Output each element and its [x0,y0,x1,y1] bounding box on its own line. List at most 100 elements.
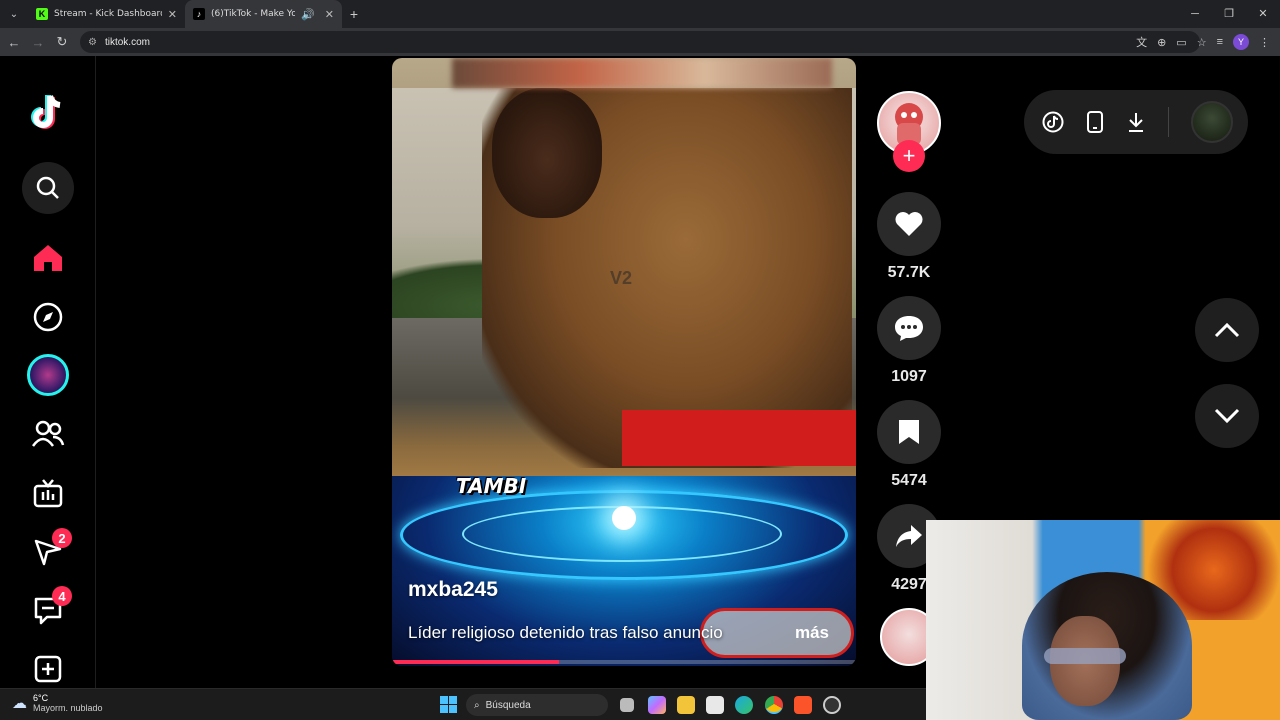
windows-logo-pane [449,705,457,713]
video-author[interactable]: mxba245 [408,578,498,602]
window-controls: ─ ❐ ✕ [1178,0,1280,28]
browser-toolbar: ← → ↻ ⚙ tiktok.com 文 ⊕ ▭ ☆ ≡ Y ⋮ [0,28,1280,56]
comment-button[interactable] [877,296,941,360]
tab-search-button[interactable]: ⌄ [0,0,28,28]
plus-square-icon [34,655,62,683]
more-label: más [794,623,829,642]
sidebar-messages[interactable]: 2 [22,526,74,578]
weather-text: 6°C Mayorm. nublado [33,693,103,713]
friends-icon [31,420,65,447]
download-icon[interactable] [1126,111,1146,133]
heart-icon [895,212,923,236]
zoom-icon[interactable]: ⊕ [1157,36,1166,49]
taskbar-search-placeholder: Búsqueda [485,699,531,711]
video-glow [612,506,636,530]
search-icon: ⌕ [474,699,480,711]
tiktok-studio-icon[interactable] [1042,111,1064,133]
tab-kick-dashboard[interactable]: K Stream - Kick Dashboard ✕ [28,0,185,28]
weather-description: Mayorm. nublado [33,703,103,713]
obs-icon[interactable] [823,696,841,714]
video-red-banner [622,410,856,466]
restore-button[interactable]: ❐ [1212,0,1246,28]
like-button[interactable] [877,192,941,256]
windows-taskbar: ☁ 6°C Mayorm. nublado ⌕ Búsqueda [0,688,926,720]
back-button[interactable]: ← [2,35,26,50]
kick-icon: K [36,8,48,20]
translate-icon[interactable]: 文 [1136,34,1147,50]
follow-button[interactable]: + [893,140,925,172]
file-explorer-icon[interactable] [677,696,695,714]
close-window-button[interactable]: ✕ [1246,0,1280,28]
close-tab-icon[interactable]: ✕ [325,8,334,21]
tab-tiktok[interactable]: ♪ (6)TikTok - Make Your Day 🔊 ✕ [185,0,342,28]
menu-icon[interactable]: ⋮ [1259,36,1270,49]
forward-button[interactable]: → [26,35,50,50]
weather-widget[interactable]: ☁ 6°C Mayorm. nublado [12,693,103,713]
sidebar-following[interactable] [22,408,74,460]
share-icon [896,525,922,547]
save-action[interactable]: 5474 [877,400,941,490]
like-action[interactable]: 57.7K [877,192,941,282]
task-view-icon[interactable] [620,698,634,712]
caption-more-button[interactable]: más [700,608,854,658]
video-overlay-text: TAMBI [456,474,527,498]
tab-title: Stream - Kick Dashboard [54,9,162,19]
compass-icon [33,302,63,332]
tab-title: (6)TikTok - Make Your Day [211,9,296,19]
sidebar-inbox[interactable]: 4 [22,584,74,636]
sidebar-search[interactable] [22,162,74,214]
store-icon[interactable] [706,696,724,714]
top-right-toolbar [1024,90,1248,154]
new-tab-button[interactable]: + [342,6,366,22]
previous-video-button[interactable] [1195,298,1259,362]
phone-icon[interactable] [1086,110,1104,134]
home-icon [34,245,62,271]
minimize-button[interactable]: ─ [1178,0,1212,28]
address-bar[interactable]: ⚙ tiktok.com [80,31,1200,53]
webcam-overlay [926,520,1280,720]
chrome-icon[interactable] [765,696,783,714]
messages-badge: 2 [52,528,72,548]
sidebar-live[interactable] [22,467,74,519]
site-info-icon[interactable]: ⚙ [88,37,97,48]
save-count: 5474 [891,472,927,489]
profile-avatar[interactable]: Y [1233,34,1249,50]
start-button[interactable] [440,696,457,713]
tiktok-sidebar: 2 4 [0,56,96,688]
tiktok-icon: ♪ [193,8,205,20]
tiktok-logo[interactable] [22,86,74,138]
save-button[interactable] [877,400,941,464]
copilot-icon[interactable] [648,696,666,714]
video-progress-fill [392,660,560,664]
video-progress-bar[interactable] [392,660,856,664]
close-tab-icon[interactable]: ✕ [168,8,177,21]
avatar [27,354,69,396]
url-text: tiktok.com [104,36,150,48]
caption-text: Líder religioso detenido tras falso [408,623,659,642]
next-video-button[interactable] [1195,384,1259,448]
video-frame-head [492,88,602,218]
browser-tab-bar: ⌄ K Stream - Kick Dashboard ✕ ♪ (6)TikTo… [0,0,1280,28]
brave-icon[interactable] [794,696,812,714]
webcam-glasses [1044,648,1126,664]
reload-button[interactable]: ↻ [50,34,74,50]
speaker-icon[interactable]: 🔊 [301,8,315,21]
taskbar-search[interactable]: ⌕ Búsqueda [466,694,608,716]
media-controls-icon[interactable]: ≡ [1217,36,1223,48]
sidebar-home[interactable] [22,232,74,284]
sidebar-live-avatar[interactable] [22,349,74,401]
edge-icon[interactable] [735,696,753,714]
windows-logo-pane [440,705,448,713]
video-player[interactable]: V2 TAMBI mxba245 más Líder religioso det… [392,58,856,666]
caption-tail: anuncio [663,623,723,642]
inbox-badge: 4 [52,586,72,606]
toolbar-icons: 文 ⊕ ▭ ☆ ≡ Y ⋮ [1136,28,1270,56]
comment-action[interactable]: 1097 [877,296,941,386]
bookmark-star-icon[interactable]: ☆ [1197,36,1207,49]
cast-icon[interactable]: ▭ [1176,36,1186,49]
windows-logo-pane [440,696,448,704]
windows-logo-pane [449,696,457,704]
sidebar-explore[interactable] [22,291,74,343]
user-avatar[interactable] [1191,101,1233,143]
weather-temperature: 6°C [33,693,49,703]
